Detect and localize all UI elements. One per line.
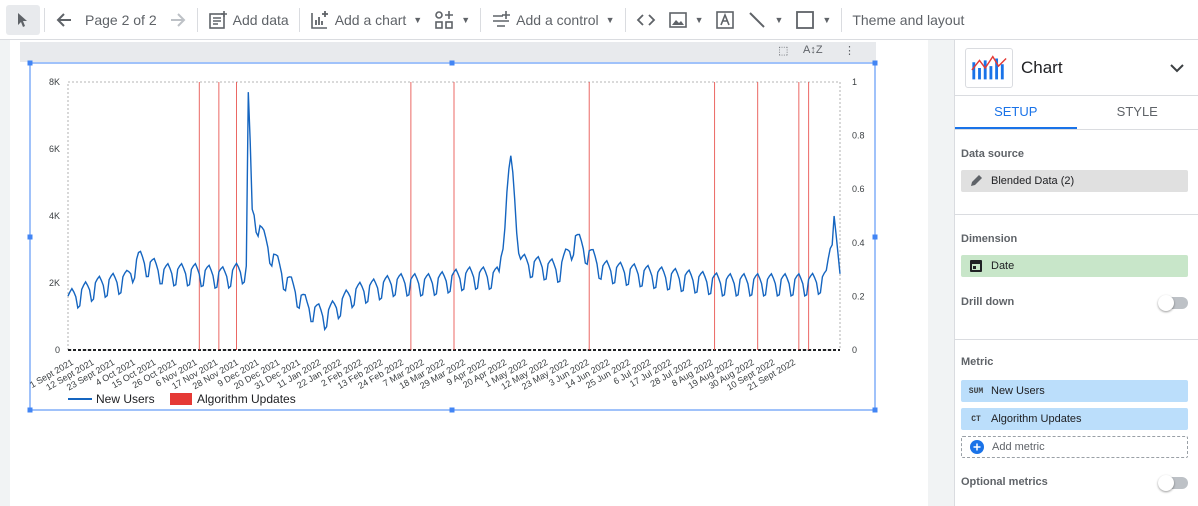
properties-panel: Chart SETUP STYLE Data source Blended Da… — [954, 40, 1198, 506]
legend-label-algorithm-updates: Algorithm Updates — [197, 392, 296, 406]
image-button[interactable]: ▼ — [662, 5, 710, 35]
line-icon — [749, 11, 766, 28]
toolbar: Page 2 of 2 Add data Add a chart ▼ ▼ Add… — [0, 0, 1198, 40]
caret-down-icon: ▼ — [461, 14, 471, 25]
add-control-button[interactable]: Add a control ▼ — [485, 5, 620, 35]
data-source-chip[interactable]: Blended Data (2) — [961, 170, 1188, 192]
page-indicator: Page 2 of 2 — [85, 11, 157, 28]
resize-handle[interactable] — [27, 407, 33, 413]
embed-code-button[interactable] — [630, 5, 662, 35]
y2-tick-label: 0.6 — [852, 184, 865, 194]
resize-handle[interactable] — [872, 60, 878, 66]
legend-label-new-users: New Users — [96, 392, 155, 406]
toolbar-divider — [196, 7, 198, 32]
image-icon — [668, 11, 687, 28]
y2-tick-label: 1 — [852, 77, 857, 87]
resize-handle[interactable] — [872, 234, 878, 240]
calendar-icon — [970, 260, 982, 272]
toolbar-divider — [480, 7, 482, 32]
data-source-label: Data source — [961, 148, 1024, 160]
panel-header: Chart — [955, 40, 1198, 96]
add-control-icon — [493, 10, 511, 27]
toolbar-divider — [44, 7, 45, 32]
toolbar-divider — [841, 7, 843, 32]
dimension-label: Dimension — [961, 233, 1018, 245]
arrow-back-icon — [56, 12, 71, 27]
optional-metrics-toggle[interactable] — [1158, 475, 1188, 491]
metric-name: New Users — [991, 385, 1045, 397]
y-tick-label: 8K — [49, 77, 60, 87]
y2-tick-label: 0.2 — [852, 291, 865, 301]
caret-down-icon: ▼ — [822, 14, 832, 25]
aggregation-tag[interactable]: SUM — [961, 387, 991, 396]
drill-down-toggle[interactable] — [1158, 295, 1188, 311]
select-tool-button[interactable] — [6, 4, 40, 35]
resize-handle[interactable] — [27, 60, 33, 66]
resize-handle[interactable] — [449, 407, 455, 413]
text-button[interactable] — [709, 5, 741, 35]
rectangle-icon — [796, 10, 815, 29]
previous-page-button[interactable] — [49, 5, 79, 35]
y-tick-label: 2K — [49, 278, 60, 288]
caret-down-icon: ▼ — [413, 14, 423, 25]
add-metric-label: Add metric — [992, 441, 1045, 453]
tab-setup[interactable]: SETUP — [955, 96, 1077, 129]
optional-metrics-row: Optional metrics — [955, 458, 1198, 498]
add-data-icon — [208, 10, 227, 29]
panel-tabs: SETUP STYLE — [955, 96, 1198, 130]
y-tick-label: 6K — [49, 144, 60, 154]
add-data-label: Add data — [232, 11, 289, 28]
y-tick-label: 0 — [55, 345, 60, 355]
aggregation-tag[interactable]: CT — [961, 415, 991, 424]
caret-down-icon: ▼ — [605, 14, 615, 25]
chevron-down-icon[interactable] — [1166, 57, 1188, 79]
drill-down-row: Drill down — [955, 277, 1198, 327]
resize-handle[interactable] — [449, 60, 455, 66]
add-component-button[interactable]: ▼ — [428, 5, 476, 35]
tab-style[interactable]: STYLE — [1077, 96, 1198, 129]
add-metric-button[interactable]: Add metric — [961, 436, 1188, 458]
dimension-value: Date — [991, 260, 1015, 272]
line-button[interactable]: ▼ — [741, 5, 789, 35]
text-box-icon — [716, 10, 735, 29]
panel-gutter — [928, 40, 954, 506]
caret-down-icon: ▼ — [694, 14, 704, 25]
theme-layout-button[interactable]: Theme and layout — [846, 5, 970, 35]
add-control-label: Add a control — [516, 11, 599, 28]
metric-chip[interactable]: SUM New Users — [961, 380, 1188, 402]
legend-swatch-algorithm-updates — [170, 393, 192, 405]
drill-down-label: Drill down — [961, 296, 1015, 308]
toolbar-divider — [298, 7, 300, 32]
add-data-button[interactable]: Add data — [202, 5, 295, 35]
chart-type-icon[interactable] — [965, 47, 1013, 88]
report-canvas: ⬚ A↕Z ⋮ 0 2K 4K 6K 8K 0 0.2 0.4 0.6 0.8 1 1 Sept 20… — [0, 40, 928, 506]
y2-tick-label: 0.4 — [852, 238, 865, 248]
resize-handle[interactable] — [872, 407, 878, 413]
metric-chip[interactable]: CT Algorithm Updates — [961, 408, 1188, 430]
optional-metrics-label: Optional metrics — [961, 476, 1048, 488]
arrow-forward-icon — [170, 12, 186, 27]
pencil-icon[interactable] — [961, 173, 991, 189]
code-icon — [636, 13, 655, 26]
resize-handle[interactable] — [27, 234, 33, 240]
metric-label: Metric — [961, 356, 994, 368]
caret-down-icon: ▼ — [774, 14, 784, 25]
metric-name: Algorithm Updates — [991, 413, 1082, 425]
y2-tick-label: 0.8 — [852, 131, 865, 141]
add-circle-icon — [970, 440, 984, 454]
data-source-value: Blended Data (2) — [991, 175, 1075, 187]
add-chart-button[interactable]: Add a chart ▼ — [304, 5, 429, 35]
add-chart-label: Add a chart — [334, 11, 407, 28]
panel-title: Chart — [1021, 57, 1063, 77]
y2-tick-label: 0 — [852, 345, 857, 355]
y-tick-label: 4K — [49, 211, 60, 221]
time-series-chart[interactable]: 02K4K6K8K00.20.40.60.811 Sept 202112 Sep… — [0, 40, 928, 506]
cursor-icon — [18, 12, 27, 27]
add-chart-icon — [310, 10, 328, 29]
add-component-icon — [435, 10, 454, 29]
next-page-button[interactable] — [163, 5, 193, 35]
shape-button[interactable]: ▼ — [789, 5, 837, 35]
toolbar-divider — [624, 7, 626, 32]
dimension-chip[interactable]: Date — [961, 255, 1188, 277]
